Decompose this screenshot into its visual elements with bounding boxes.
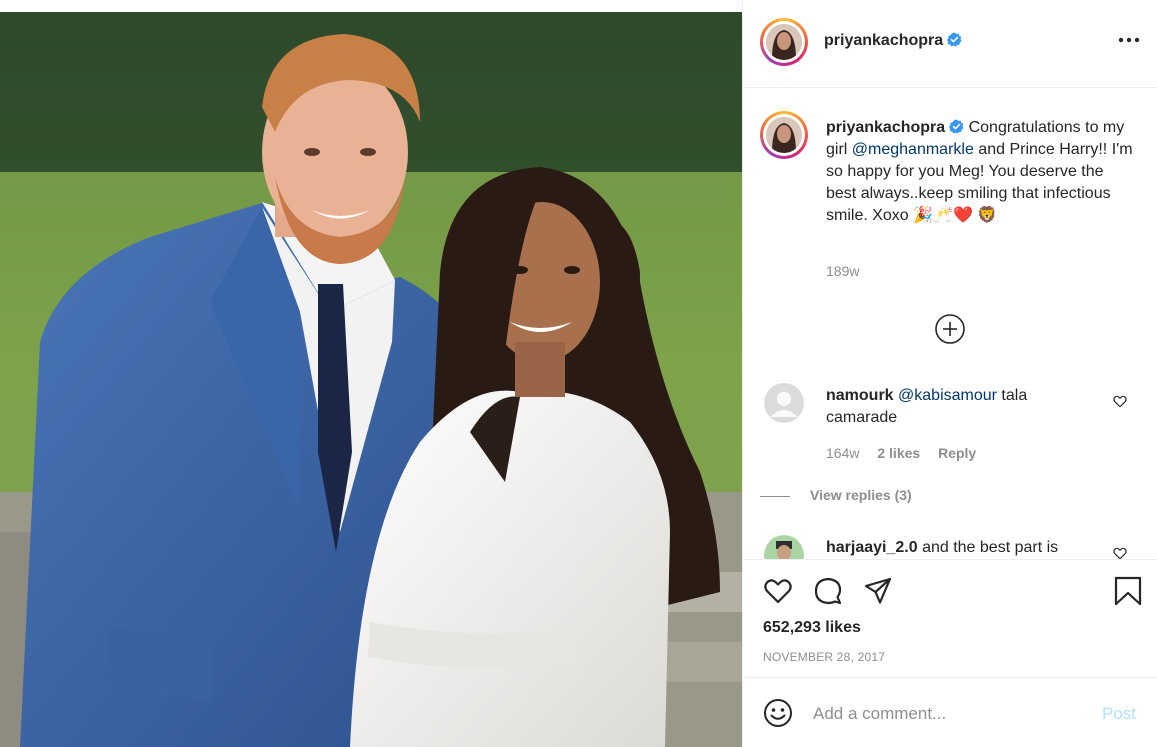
caption-mention-link[interactable]: @meghanmarkle — [852, 141, 974, 158]
top-strip — [0, 0, 742, 12]
comment-avatar[interactable] — [764, 535, 804, 559]
emoji-smile-icon[interactable] — [763, 698, 793, 728]
comment-username[interactable]: namourk — [826, 387, 894, 404]
caption-username[interactable]: priyankachopra — [826, 119, 945, 136]
plus-circle-icon[interactable] — [934, 313, 966, 345]
comment-like-heart-icon[interactable] — [1113, 395, 1127, 408]
post-actions: 652,293 likes NOVEMBER 28, 2017 — [743, 559, 1157, 677]
caption-timestamp[interactable]: 189w — [826, 263, 859, 279]
header-username[interactable]: priyankachopra — [824, 32, 962, 50]
post-side-panel: priyankachopra priyankachopra Congratula… — [742, 0, 1157, 747]
comment-meta: 164w 2 likes Reply — [826, 445, 990, 461]
view-replies-label[interactable]: View replies (3) — [810, 487, 912, 503]
bookmark-icon[interactable] — [1113, 576, 1143, 606]
profile-picture — [766, 24, 802, 60]
comment-reply-button[interactable]: Reply — [938, 445, 976, 461]
comment-username[interactable]: harjaayi_2.0 — [826, 539, 918, 556]
caption-profile-picture — [766, 117, 802, 153]
header-username-text[interactable]: priyankachopra — [824, 32, 943, 49]
post-comment-button[interactable]: Post — [1102, 704, 1136, 724]
post-date[interactable]: NOVEMBER 28, 2017 — [763, 650, 885, 664]
caption-text: priyankachopra Congratulations to my gir… — [826, 117, 1136, 227]
post-image — [0, 12, 742, 747]
comment-timestamp[interactable]: 164w — [826, 445, 859, 461]
replies-divider-line — [760, 495, 790, 497]
comment-text: harjaayi_2.0 and the best part is — [826, 537, 1096, 559]
verified-badge-icon — [947, 32, 962, 47]
more-horizontal-icon[interactable] — [1118, 36, 1140, 44]
caption-story-avatar[interactable] — [760, 111, 808, 159]
comment-icon[interactable] — [813, 576, 843, 606]
comment-likes-count[interactable]: 2 likes — [877, 445, 920, 461]
post-header: priyankachopra — [743, 0, 1157, 88]
comment-body: and the best part is — [917, 539, 1059, 556]
add-comment-bar: Post — [743, 677, 1157, 747]
instagram-post-view: priyankachopra priyankachopra Congratula… — [0, 0, 1157, 747]
paper-plane-icon[interactable] — [863, 576, 893, 606]
comments-list[interactable]: priyankachopra Congratulations to my gir… — [743, 89, 1157, 559]
post-photo[interactable] — [0, 12, 742, 747]
heart-icon[interactable] — [763, 576, 793, 606]
likes-count[interactable]: 652,293 likes — [763, 619, 861, 637]
comment-avatar[interactable] — [764, 383, 804, 423]
add-comment-input[interactable] — [813, 702, 1083, 726]
comment-mention-link[interactable]: @kabisamour — [898, 387, 997, 404]
comment-like-heart-icon[interactable] — [1113, 547, 1127, 559]
verified-badge-icon — [949, 119, 964, 134]
comment-text: namourk @kabisamour tala camarade — [826, 385, 1096, 429]
view-replies-button[interactable]: View replies (3) — [760, 487, 912, 503]
story-avatar[interactable] — [760, 18, 808, 66]
